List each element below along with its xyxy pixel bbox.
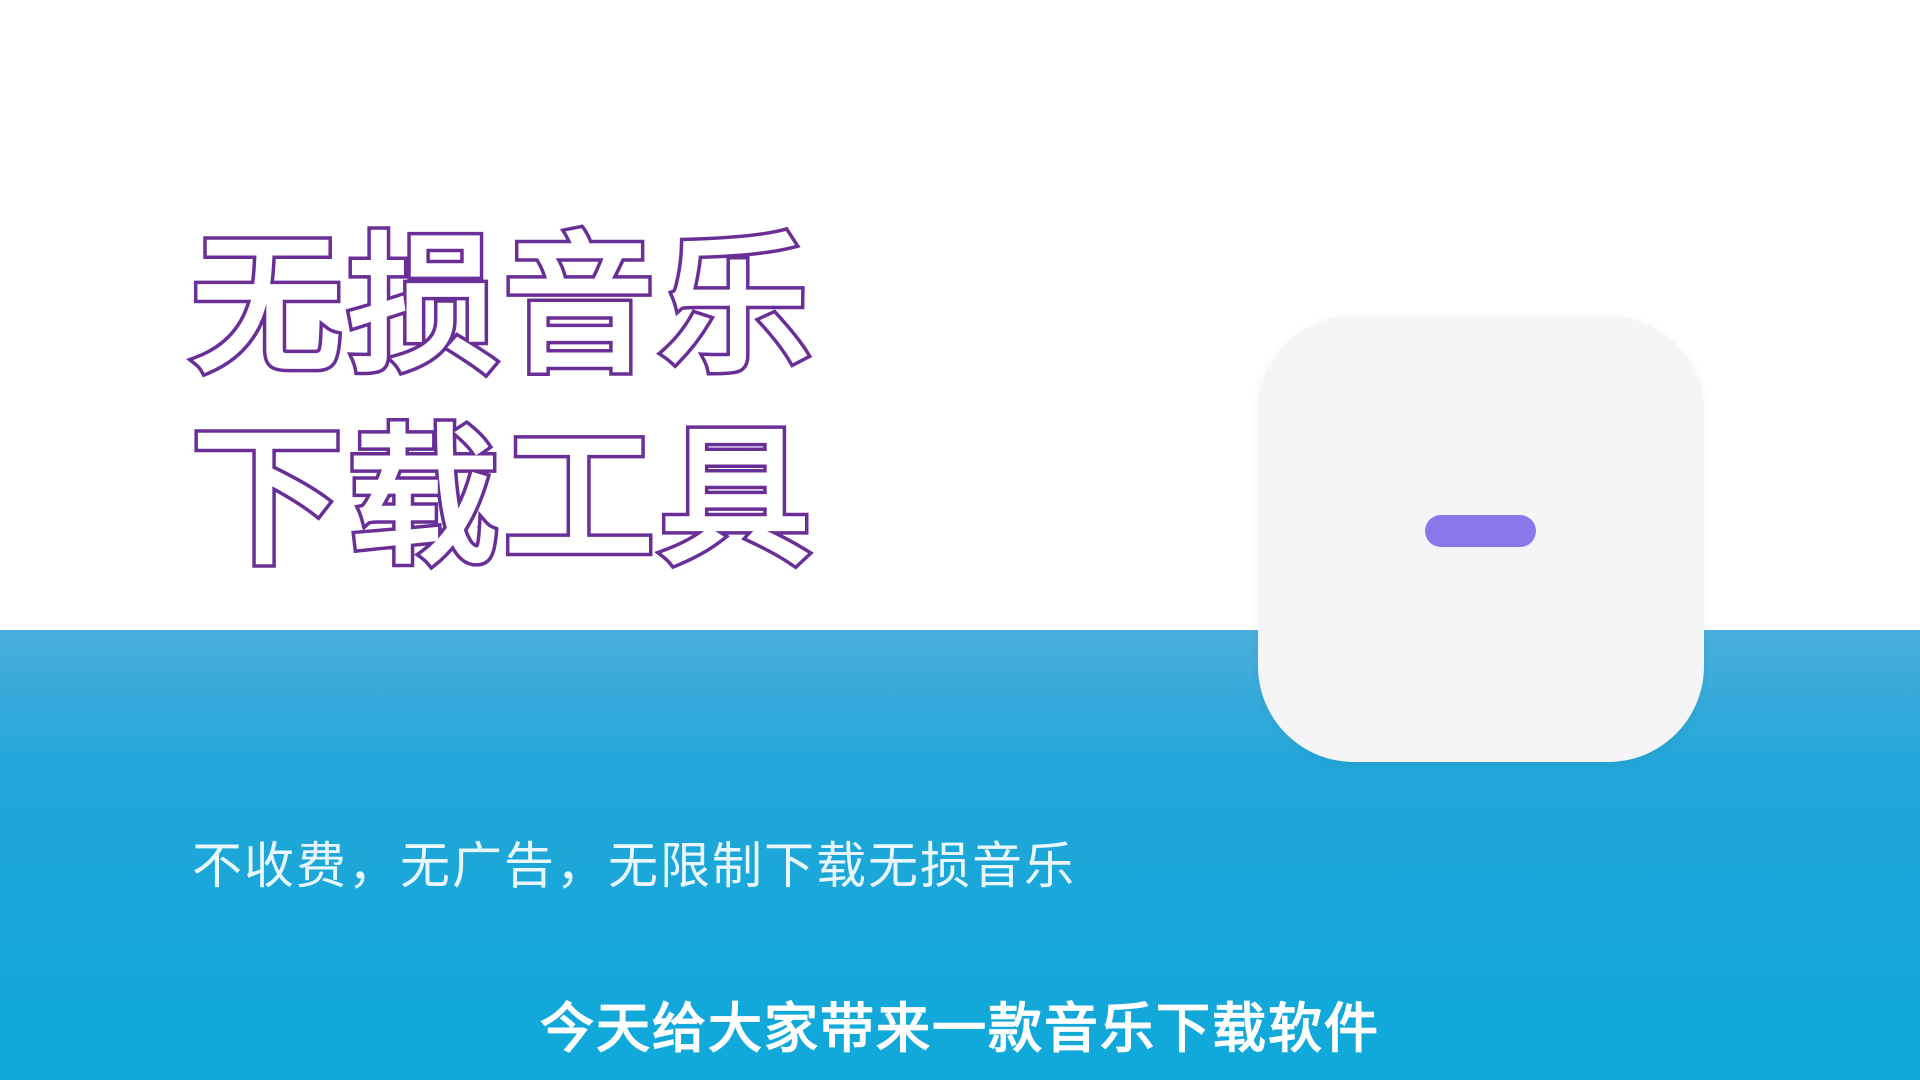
soundwave-icon [1355, 387, 1608, 693]
headline-line-1: 无损音乐 [188, 220, 817, 394]
tagline: 不收费，无广告，无限制下载无损音乐 [192, 837, 1076, 895]
video-subtitle: 今天给大家带来一款音乐下载软件 [540, 997, 1380, 1060]
headline-line-2: 下载工具 [188, 412, 817, 586]
app-icon[interactable] [1258, 316, 1704, 762]
